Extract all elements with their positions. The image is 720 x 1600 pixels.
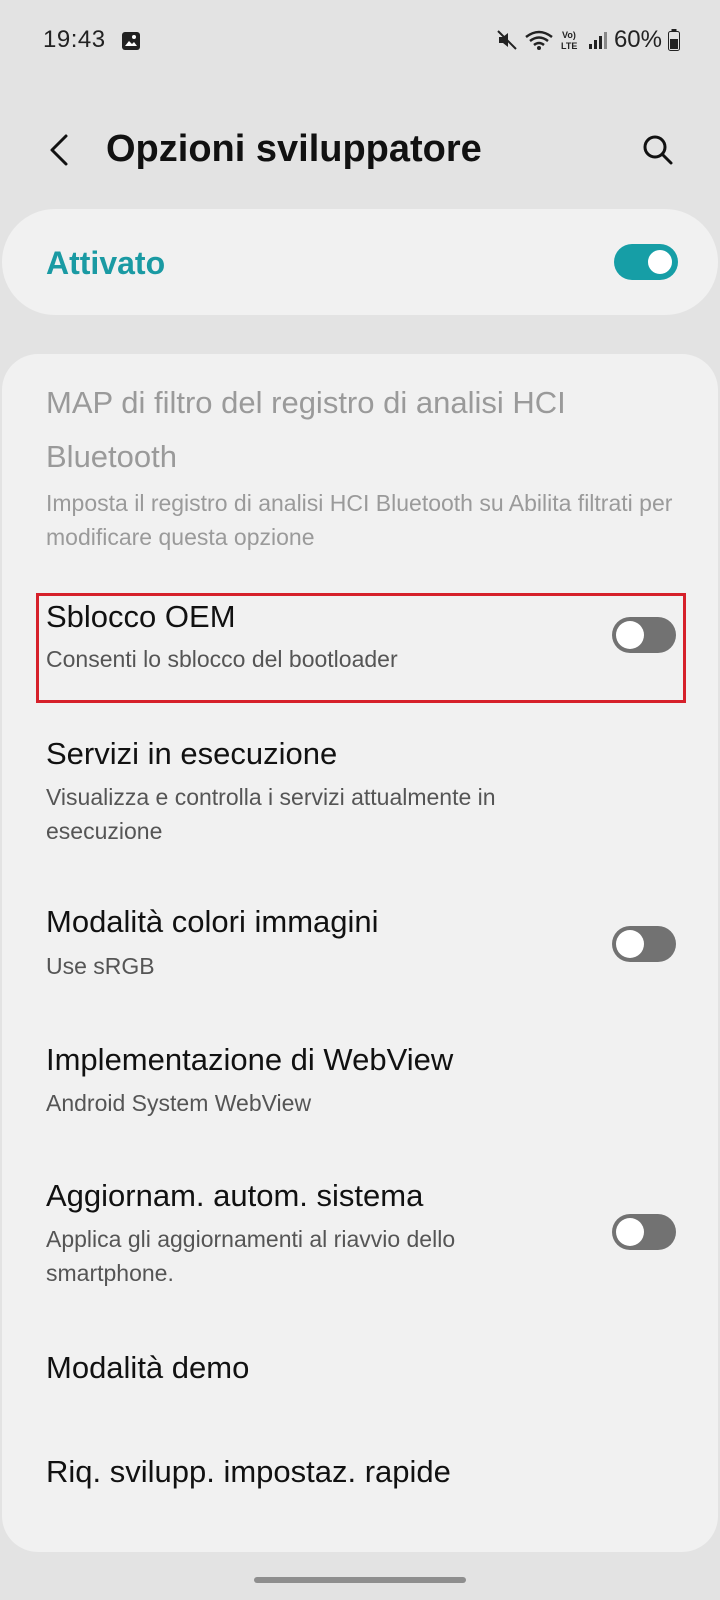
setting-title: MAP di filtro del registro di analisi HC… <box>46 385 566 474</box>
gallery-icon <box>121 30 141 58</box>
master-toggle[interactable] <box>614 244 678 280</box>
master-switch-row[interactable]: Attivato <box>2 209 718 315</box>
gesture-nav-handle[interactable] <box>254 1577 466 1583</box>
page-title: Opzioni sviluppatore <box>106 128 482 170</box>
setting-title: Modalità colori immagini <box>46 904 379 939</box>
battery-text: 60% <box>613 26 662 53</box>
status-icons: Vo) LTE 60% <box>496 26 680 54</box>
setting-bluetooth-hci-filter: MAP di filtro del registro di analisi HC… <box>2 376 718 556</box>
setting-title: Implementazione di WebView <box>46 1042 454 1077</box>
toggle-knob <box>616 930 644 958</box>
setting-running-services[interactable]: Servizi in esecuzione Visualizza e contr… <box>2 736 718 866</box>
battery-icon <box>668 29 680 51</box>
setting-title: Servizi in esecuzione <box>46 736 338 771</box>
setting-subtitle: Use sRGB <box>46 953 155 979</box>
signal-icon <box>588 30 608 50</box>
volte-icon: Vo) LTE <box>560 28 582 52</box>
image-color-mode-toggle[interactable] <box>612 926 676 962</box>
setting-subtitle: Applica gli aggiornamenti al riavvio del… <box>46 1226 456 1286</box>
mute-icon <box>496 29 518 51</box>
search-icon[interactable] <box>638 130 678 170</box>
setting-subtitle: Imposta il registro di analisi HCI Bluet… <box>46 490 673 550</box>
back-arrow-icon[interactable] <box>40 130 80 170</box>
svg-text:LTE: LTE <box>561 41 577 51</box>
setting-subtitle: Visualizza e controlla i servizi attualm… <box>46 784 496 844</box>
master-switch-label: Attivato <box>46 245 166 281</box>
app-bar: Opzioni sviluppatore <box>0 110 720 190</box>
settings-card: MAP di filtro del registro di analisi HC… <box>2 354 718 1552</box>
setting-image-color-mode[interactable]: Modalità colori immagini Use sRGB <box>2 904 718 1004</box>
setting-auto-system-update[interactable]: Aggiornam. autom. sistema Applica gli ag… <box>2 1178 718 1308</box>
setting-title: Riq. svilupp. impostaz. rapide <box>46 1454 451 1489</box>
svg-text:Vo): Vo) <box>562 30 576 40</box>
auto-system-update-toggle[interactable] <box>612 1214 676 1250</box>
setting-subtitle: Android System WebView <box>46 1090 312 1116</box>
setting-title: Modalità demo <box>46 1350 250 1385</box>
status-bar: 19:43 Vo) LTE 60% <box>0 0 720 80</box>
setting-quick-settings-tiles[interactable]: Riq. svilupp. impostaz. rapide <box>2 1454 718 1514</box>
status-time: 19:43 <box>43 26 106 53</box>
setting-webview-implementation[interactable]: Implementazione di WebView Android Syste… <box>2 1042 718 1142</box>
setting-title: Aggiornam. autom. sistema <box>46 1178 424 1213</box>
wifi-icon <box>524 29 554 51</box>
toggle-knob <box>645 247 675 277</box>
toggle-knob <box>616 1218 644 1246</box>
highlight-box <box>36 593 686 703</box>
setting-demo-mode[interactable]: Modalità demo <box>2 1350 718 1410</box>
